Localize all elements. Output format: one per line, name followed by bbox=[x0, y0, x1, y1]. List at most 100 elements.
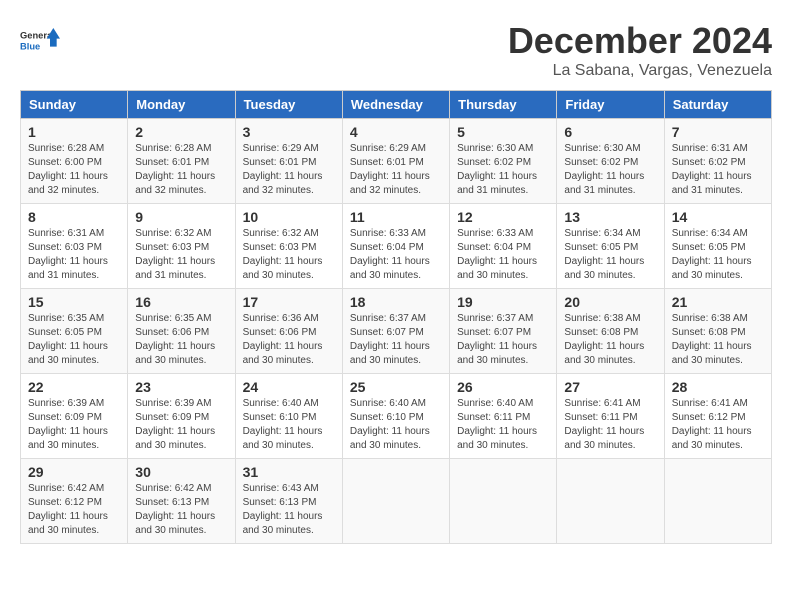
day-number: 20 bbox=[564, 294, 656, 310]
empty-cell bbox=[557, 459, 664, 544]
day-info: Sunrise: 6:31 AMSunset: 6:02 PMDaylight:… bbox=[672, 142, 764, 198]
day-info: Sunrise: 6:43 AMSunset: 6:13 PMDaylight:… bbox=[243, 482, 335, 538]
logo-svg: General Blue bbox=[20, 20, 60, 60]
day-number: 5 bbox=[457, 124, 549, 140]
day-info: Sunrise: 6:38 AMSunset: 6:08 PMDaylight:… bbox=[672, 312, 764, 368]
day-info: Sunrise: 6:28 AMSunset: 6:00 PMDaylight:… bbox=[28, 142, 120, 198]
day-number: 25 bbox=[350, 379, 442, 395]
empty-cell bbox=[342, 459, 449, 544]
day-info: Sunrise: 6:32 AMSunset: 6:03 PMDaylight:… bbox=[243, 227, 335, 283]
day-cell-26: 26Sunrise: 6:40 AMSunset: 6:11 PMDayligh… bbox=[450, 374, 557, 459]
day-number: 16 bbox=[135, 294, 227, 310]
day-number: 31 bbox=[243, 464, 335, 480]
day-cell-10: 10 Sunrise: 6:32 AMSunset: 6:03 PMDayligh… bbox=[235, 204, 342, 289]
day-cell-25: 25 Sunrise: 6:40 AMSunset: 6:10 PMDayligh… bbox=[342, 374, 449, 459]
day-number: 6 bbox=[564, 124, 656, 140]
day-cell-3: 3Sunrise: 6:29 AMSunset: 6:01 PMDaylight… bbox=[235, 119, 342, 204]
day-number: 1 bbox=[28, 124, 120, 140]
day-info: Sunrise: 6:31 AMSunset: 6:03 PMDaylight:… bbox=[28, 227, 120, 283]
location-subtitle: La Sabana, Vargas, Venezuela bbox=[508, 62, 772, 80]
day-info: Sunrise: 6:29 AMSunset: 6:01 PMDaylight:… bbox=[243, 142, 335, 198]
header-tuesday: Tuesday bbox=[235, 91, 342, 119]
day-number: 29 bbox=[28, 464, 120, 480]
week-row-2: 15 Sunrise: 6:35 AMSunset: 6:05 PMDayligh… bbox=[21, 289, 772, 374]
day-info: Sunrise: 6:33 AMSunset: 6:04 PMDaylight:… bbox=[457, 227, 549, 283]
calendar-table: SundayMondayTuesdayWednesdayThursdayFrid… bbox=[20, 90, 772, 544]
day-info: Sunrise: 6:41 AMSunset: 6:12 PMDaylight:… bbox=[672, 397, 764, 453]
day-cell-17: 17Sunrise: 6:36 AMSunset: 6:06 PMDayligh… bbox=[235, 289, 342, 374]
header-thursday: Thursday bbox=[450, 91, 557, 119]
header-friday: Friday bbox=[557, 91, 664, 119]
day-number: 10 bbox=[243, 209, 335, 225]
day-info: Sunrise: 6:28 AMSunset: 6:01 PMDaylight:… bbox=[135, 142, 227, 198]
title-area: December 2024 La Sabana, Vargas, Venezue… bbox=[508, 20, 772, 80]
day-cell-4: 4 Sunrise: 6:29 AMSunset: 6:01 PMDaylight… bbox=[342, 119, 449, 204]
day-cell-11: 11Sunrise: 6:33 AMSunset: 6:04 PMDayligh… bbox=[342, 204, 449, 289]
day-cell-19: 19Sunrise: 6:37 AMSunset: 6:07 PMDayligh… bbox=[450, 289, 557, 374]
week-row-0: 1 Sunrise: 6:28 AMSunset: 6:00 PMDaylight… bbox=[21, 119, 772, 204]
day-info: Sunrise: 6:35 AMSunset: 6:06 PMDaylight:… bbox=[135, 312, 227, 368]
day-number: 19 bbox=[457, 294, 549, 310]
day-cell-5: 5Sunrise: 6:30 AMSunset: 6:02 PMDaylight… bbox=[450, 119, 557, 204]
day-number: 30 bbox=[135, 464, 227, 480]
day-cell-18: 18Sunrise: 6:37 AMSunset: 6:07 PMDayligh… bbox=[342, 289, 449, 374]
header-saturday: Saturday bbox=[664, 91, 771, 119]
day-number: 24 bbox=[243, 379, 335, 395]
day-info: Sunrise: 6:40 AMSunset: 6:11 PMDaylight:… bbox=[457, 397, 549, 453]
day-cell-7: 7 Sunrise: 6:31 AMSunset: 6:02 PMDaylight… bbox=[664, 119, 771, 204]
day-info: Sunrise: 6:41 AMSunset: 6:11 PMDaylight:… bbox=[564, 397, 656, 453]
logo: General Blue bbox=[20, 20, 60, 60]
day-cell-9: 9 Sunrise: 6:32 AMSunset: 6:03 PMDaylight… bbox=[128, 204, 235, 289]
svg-text:Blue: Blue bbox=[20, 41, 40, 51]
day-number: 21 bbox=[672, 294, 764, 310]
day-cell-20: 20 Sunrise: 6:38 AMSunset: 6:08 PMDayligh… bbox=[557, 289, 664, 374]
day-info: Sunrise: 6:40 AMSunset: 6:10 PMDaylight:… bbox=[243, 397, 335, 453]
day-cell-23: 23 Sunrise: 6:39 AMSunset: 6:09 PMDayligh… bbox=[128, 374, 235, 459]
day-number: 23 bbox=[135, 379, 227, 395]
day-cell-28: 28 Sunrise: 6:41 AMSunset: 6:12 PMDayligh… bbox=[664, 374, 771, 459]
day-info: Sunrise: 6:35 AMSunset: 6:05 PMDaylight:… bbox=[28, 312, 120, 368]
day-cell-24: 24 Sunrise: 6:40 AMSunset: 6:10 PMDayligh… bbox=[235, 374, 342, 459]
day-info: Sunrise: 6:30 AMSunset: 6:02 PMDaylight:… bbox=[564, 142, 656, 198]
day-number: 13 bbox=[564, 209, 656, 225]
day-number: 7 bbox=[672, 124, 764, 140]
empty-cell bbox=[450, 459, 557, 544]
day-cell-1: 1 Sunrise: 6:28 AMSunset: 6:00 PMDaylight… bbox=[21, 119, 128, 204]
day-info: Sunrise: 6:34 AMSunset: 6:05 PMDaylight:… bbox=[564, 227, 656, 283]
day-info: Sunrise: 6:42 AMSunset: 6:12 PMDaylight:… bbox=[28, 482, 120, 538]
day-info: Sunrise: 6:40 AMSunset: 6:10 PMDaylight:… bbox=[350, 397, 442, 453]
day-info: Sunrise: 6:39 AMSunset: 6:09 PMDaylight:… bbox=[135, 397, 227, 453]
header-monday: Monday bbox=[128, 91, 235, 119]
day-cell-2: 2 Sunrise: 6:28 AMSunset: 6:01 PMDaylight… bbox=[128, 119, 235, 204]
day-number: 22 bbox=[28, 379, 120, 395]
day-cell-30: 30Sunrise: 6:42 AMSunset: 6:13 PMDayligh… bbox=[128, 459, 235, 544]
day-number: 4 bbox=[350, 124, 442, 140]
day-cell-12: 12 Sunrise: 6:33 AMSunset: 6:04 PMDayligh… bbox=[450, 204, 557, 289]
header-row: SundayMondayTuesdayWednesdayThursdayFrid… bbox=[21, 91, 772, 119]
day-cell-14: 14 Sunrise: 6:34 AMSunset: 6:05 PMDayligh… bbox=[664, 204, 771, 289]
day-info: Sunrise: 6:29 AMSunset: 6:01 PMDaylight:… bbox=[350, 142, 442, 198]
day-cell-8: 8 Sunrise: 6:31 AMSunset: 6:03 PMDaylight… bbox=[21, 204, 128, 289]
day-number: 12 bbox=[457, 209, 549, 225]
week-row-1: 8 Sunrise: 6:31 AMSunset: 6:03 PMDaylight… bbox=[21, 204, 772, 289]
day-number: 28 bbox=[672, 379, 764, 395]
day-number: 2 bbox=[135, 124, 227, 140]
day-number: 9 bbox=[135, 209, 227, 225]
page-header: General Blue December 2024 La Sabana, Va… bbox=[20, 20, 772, 80]
day-cell-22: 22 Sunrise: 6:39 AMSunset: 6:09 PMDayligh… bbox=[21, 374, 128, 459]
week-row-3: 22 Sunrise: 6:39 AMSunset: 6:09 PMDayligh… bbox=[21, 374, 772, 459]
day-info: Sunrise: 6:32 AMSunset: 6:03 PMDaylight:… bbox=[135, 227, 227, 283]
day-info: Sunrise: 6:39 AMSunset: 6:09 PMDaylight:… bbox=[28, 397, 120, 453]
day-number: 15 bbox=[28, 294, 120, 310]
month-title: December 2024 bbox=[508, 20, 772, 62]
day-info: Sunrise: 6:34 AMSunset: 6:05 PMDaylight:… bbox=[672, 227, 764, 283]
day-cell-6: 6 Sunrise: 6:30 AMSunset: 6:02 PMDaylight… bbox=[557, 119, 664, 204]
day-number: 14 bbox=[672, 209, 764, 225]
week-row-4: 29 Sunrise: 6:42 AMSunset: 6:12 PMDayligh… bbox=[21, 459, 772, 544]
header-wednesday: Wednesday bbox=[342, 91, 449, 119]
day-cell-27: 27Sunrise: 6:41 AMSunset: 6:11 PMDayligh… bbox=[557, 374, 664, 459]
day-number: 8 bbox=[28, 209, 120, 225]
day-cell-21: 21 Sunrise: 6:38 AMSunset: 6:08 PMDayligh… bbox=[664, 289, 771, 374]
day-cell-15: 15 Sunrise: 6:35 AMSunset: 6:05 PMDayligh… bbox=[21, 289, 128, 374]
day-info: Sunrise: 6:38 AMSunset: 6:08 PMDaylight:… bbox=[564, 312, 656, 368]
